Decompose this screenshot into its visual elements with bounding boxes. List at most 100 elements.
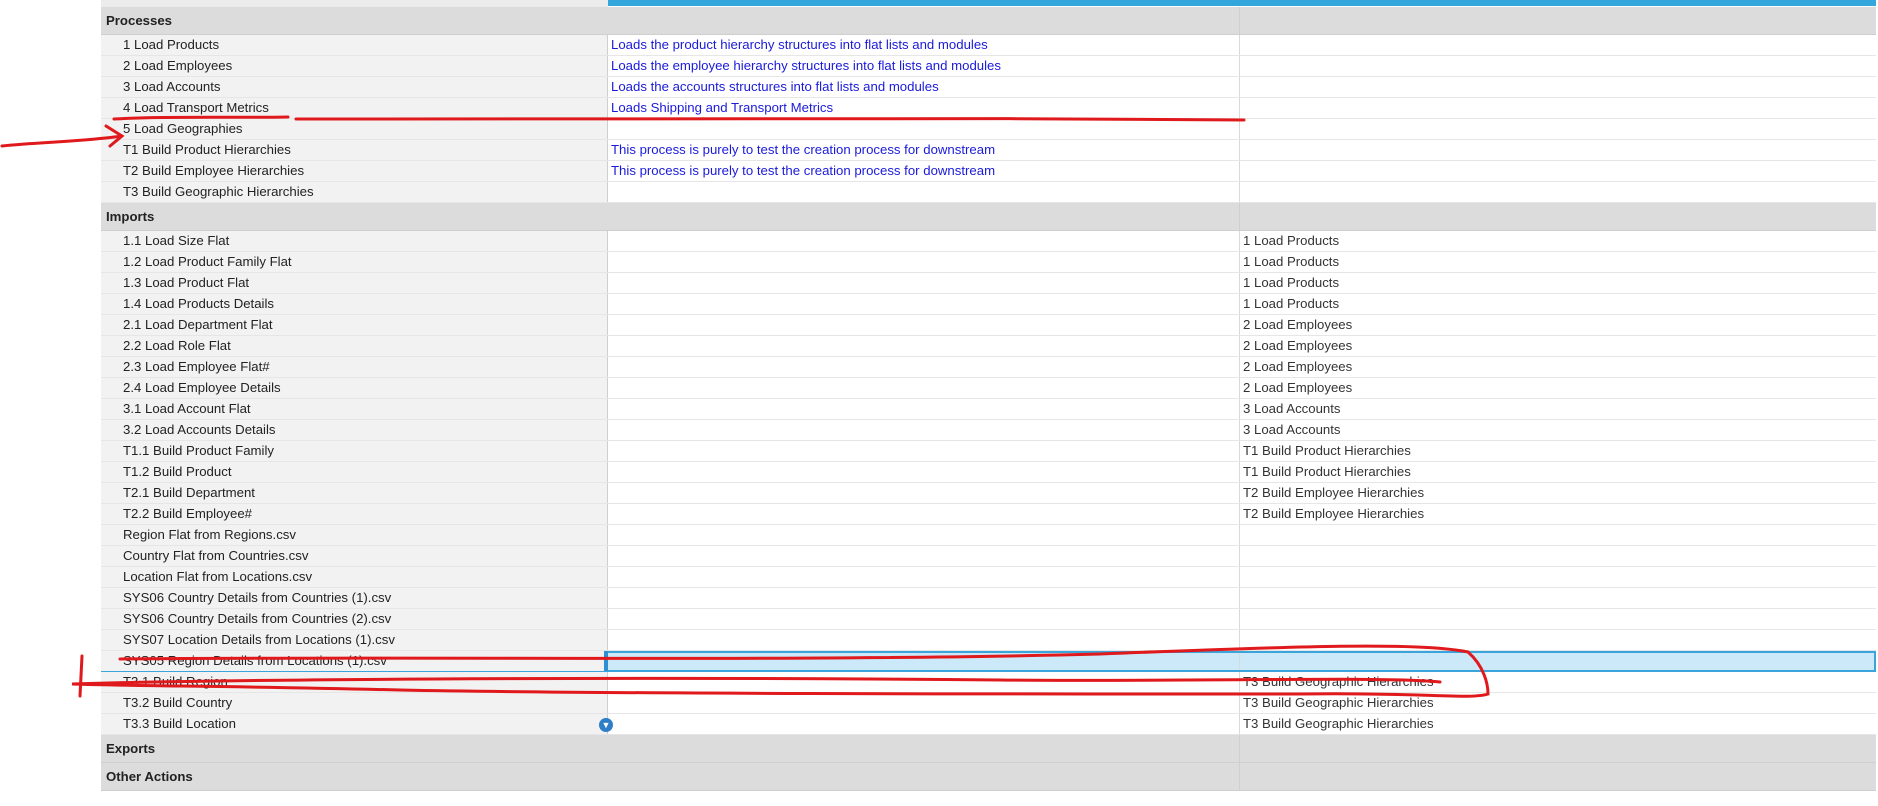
group-header-other-actions[interactable]: Other Actions [101,763,1876,791]
table-row[interactable]: 2.4 Load Employee Details 2 Load Employee… [101,378,1876,399]
action-name-cell[interactable]: Region Flat from Regions.csv [101,525,608,545]
parent-process-cell[interactable] [1240,35,1876,55]
description-cell[interactable] [608,483,1240,503]
table-row[interactable]: 1.4 Load Products Details 1 Load Products [101,294,1876,315]
action-name-cell[interactable]: T3.2 Build Country [101,693,608,713]
description-cell[interactable] [608,252,1240,272]
action-name-cell[interactable]: T2.1 Build Department [101,483,608,503]
parent-process-cell[interactable]: 2 Load Employees [1240,378,1876,398]
action-name-cell[interactable]: T2 Build Employee Hierarchies [101,161,608,181]
description-cell[interactable] [608,399,1240,419]
parent-process-cell[interactable]: T3 Build Geographic Hierarchies [1240,693,1876,713]
description-cell[interactable] [608,588,1240,608]
chevron-down-icon[interactable]: ▼ [599,718,613,732]
table-row[interactable]: 3.2 Load Accounts Details 3 Load Accounts [101,420,1876,441]
parent-process-cell[interactable] [1240,161,1876,181]
table-row[interactable]: T2.1 Build Department T2 Build Employee H… [101,483,1876,504]
parent-process-cell[interactable]: 1 Load Products [1240,273,1876,293]
description-cell[interactable] [608,119,1240,139]
parent-process-cell[interactable]: T1 Build Product Hierarchies [1240,462,1876,482]
action-name-cell[interactable]: 4 Load Transport Metrics [101,98,608,118]
description-cell[interactable]: Loads the employee hierarchy structures … [608,56,1240,76]
table-row[interactable]: SYS06 Country Details from Countries (1)… [101,588,1876,609]
action-name-cell[interactable]: T3 Build Geographic Hierarchies [101,182,608,202]
table-row[interactable]: T3.3 Build Location ▼ T3 Build Geographic … [101,714,1876,735]
table-row-selected[interactable]: SYS05 Region Details from Locations (1).… [101,651,1876,672]
parent-process-cell[interactable]: 2 Load Employees [1240,315,1876,335]
description-cell[interactable]: Loads the product hierarchy structures i… [608,35,1240,55]
action-name-cell[interactable]: T3.1 Build Region [101,672,608,692]
parent-process-cell[interactable]: 1 Load Products [1240,294,1876,314]
action-name-cell[interactable]: 1.3 Load Product Flat [101,273,608,293]
group-header-exports[interactable]: Exports [101,735,1876,763]
parent-process-cell[interactable] [1240,525,1876,545]
parent-process-cell[interactable] [1240,140,1876,160]
parent-process-cell[interactable] [1240,546,1876,566]
parent-process-cell[interactable]: T2 Build Employee Hierarchies [1240,504,1876,524]
action-name-cell[interactable]: T2.2 Build Employee# [101,504,608,524]
action-name-cell[interactable]: T1.1 Build Product Family [101,441,608,461]
description-cell[interactable] [608,630,1240,650]
table-row[interactable]: T1 Build Product Hierarchies This process… [101,140,1876,161]
description-cell[interactable] [608,693,1240,713]
table-row[interactable]: 2.3 Load Employee Flat# 2 Load Employees [101,357,1876,378]
action-name-cell[interactable]: Location Flat from Locations.csv [101,567,608,587]
table-row[interactable]: 1.1 Load Size Flat 1 Load Products [101,231,1876,252]
parent-process-cell[interactable]: 2 Load Employees [1240,357,1876,377]
description-cell[interactable] [608,651,1240,671]
action-name-cell[interactable]: 2.2 Load Role Flat [101,336,608,356]
description-cell[interactable] [608,182,1240,202]
action-name-cell[interactable]: 1.2 Load Product Family Flat [101,252,608,272]
description-cell[interactable] [608,672,1240,692]
table-row[interactable]: 1.2 Load Product Family Flat 1 Load Produ… [101,252,1876,273]
table-row[interactable]: Location Flat from Locations.csv [101,567,1876,588]
parent-process-cell[interactable]: 1 Load Products [1240,231,1876,251]
description-cell[interactable] [608,546,1240,566]
action-name-cell[interactable]: 1.4 Load Products Details [101,294,608,314]
description-cell[interactable]: This process is purely to test the creat… [608,161,1240,181]
parent-process-cell[interactable] [1240,588,1876,608]
action-name-cell[interactable]: 5 Load Geographies [101,119,608,139]
table-row[interactable]: 2.2 Load Role Flat 2 Load Employees [101,336,1876,357]
parent-process-cell[interactable] [1240,77,1876,97]
description-cell[interactable] [608,462,1240,482]
description-cell[interactable] [608,504,1240,524]
action-name-cell[interactable]: 1 Load Products [101,35,608,55]
parent-process-cell[interactable] [1240,56,1876,76]
table-row[interactable]: 2.1 Load Department Flat 2 Load Employees [101,315,1876,336]
action-name-cell[interactable]: 2.4 Load Employee Details [101,378,608,398]
action-name-cell[interactable]: T1 Build Product Hierarchies [101,140,608,160]
table-row[interactable]: T2 Build Employee Hierarchies This proces… [101,161,1876,182]
description-cell[interactable] [608,315,1240,335]
table-row[interactable]: Region Flat from Regions.csv [101,525,1876,546]
description-cell[interactable] [608,294,1240,314]
table-row[interactable]: 5 Load Geographies [101,119,1876,140]
description-cell[interactable] [608,273,1240,293]
parent-process-cell[interactable]: 2 Load Employees [1240,336,1876,356]
action-name-cell[interactable]: 2.1 Load Department Flat [101,315,608,335]
action-name-cell[interactable]: 2 Load Employees [101,56,608,76]
table-row[interactable]: T3 Build Geographic Hierarchies [101,182,1876,203]
action-name-cell[interactable]: 1.1 Load Size Flat [101,231,608,251]
parent-process-cell[interactable] [1240,651,1876,671]
table-row[interactable]: T1.2 Build Product T1 Build Product Hiera… [101,462,1876,483]
description-cell[interactable] [608,525,1240,545]
description-cell[interactable] [608,441,1240,461]
action-name-cell[interactable]: SYS06 Country Details from Countries (2)… [101,609,608,629]
description-cell[interactable] [608,567,1240,587]
description-cell[interactable]: Loads Shipping and Transport Metrics [608,98,1240,118]
table-row[interactable]: 4 Load Transport Metrics Loads Shipping a… [101,98,1876,119]
parent-process-cell[interactable] [1240,567,1876,587]
group-header-imports[interactable]: Imports [101,203,1876,231]
table-row[interactable]: 1 Load Products Loads the product hierarc… [101,35,1876,56]
description-cell[interactable] [608,336,1240,356]
table-row[interactable]: T3.1 Build Region T3 Build Geographic Hie… [101,672,1876,693]
description-cell[interactable] [608,420,1240,440]
action-name-cell[interactable]: Country Flat from Countries.csv [101,546,608,566]
parent-process-cell[interactable] [1240,630,1876,650]
table-row[interactable]: T1.1 Build Product Family T1 Build Produc… [101,441,1876,462]
description-cell[interactable] [608,609,1240,629]
table-row[interactable]: SYS06 Country Details from Countries (2)… [101,609,1876,630]
parent-process-cell[interactable]: T3 Build Geographic Hierarchies [1240,714,1876,734]
description-cell[interactable] [608,231,1240,251]
